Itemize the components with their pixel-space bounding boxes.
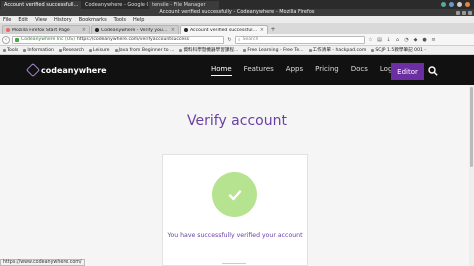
folder-icon: [23, 48, 27, 52]
success-message: You have successfully verified your acco…: [167, 232, 303, 239]
bookmark-free-learning[interactable]: Free Learning - Free Te...: [243, 48, 304, 53]
site-nav: Home Features Apps Pricing Docs Logout: [211, 55, 416, 85]
taskbar-task-chrome[interactable]: Codeanywhere - Google C...: [82, 1, 148, 9]
volume-icon[interactable]: [449, 2, 454, 7]
site-identity[interactable]: Codeanywhere Inc (US): [21, 37, 75, 42]
window-title: Account verified successfully - Codeanyw…: [0, 9, 474, 16]
menu-icon[interactable]: ≡: [430, 36, 437, 43]
bookmark-hackpad[interactable]: 工作清單 - hackpad.com: [308, 47, 366, 53]
page-title: Verify account: [187, 113, 287, 129]
close-tab-icon[interactable]: ×: [82, 27, 86, 33]
page-icon: [308, 48, 312, 52]
bookmark-tools[interactable]: Tools: [3, 48, 18, 53]
reload-icon[interactable]: ↻: [226, 36, 233, 43]
tab-label: Mozilla Firefox Start Page: [12, 27, 70, 33]
new-tab-button[interactable]: +: [269, 25, 277, 34]
minimize-button[interactable]: [456, 10, 460, 15]
pocket-icon[interactable]: ◔: [403, 36, 410, 43]
search-icon[interactable]: [428, 66, 438, 76]
folder-icon: [3, 48, 6, 52]
navigation-bar: ‹ Codeanywhere Inc (US) https://codeanyw…: [0, 34, 474, 46]
page-content: codeanywhere Home Features Apps Pricing …: [0, 55, 474, 266]
checkmark-icon: [212, 172, 257, 217]
back-button[interactable]: ‹: [2, 35, 10, 44]
search-placeholder: Search: [242, 37, 259, 42]
check-glyph-icon: [228, 189, 241, 200]
nav-apps[interactable]: Apps: [286, 65, 303, 75]
page-icon: [243, 48, 247, 52]
nav-docs[interactable]: Docs: [351, 65, 368, 75]
menu-help[interactable]: Help: [133, 17, 144, 23]
nav-home[interactable]: Home: [211, 65, 232, 76]
home-icon[interactable]: ⌂: [394, 36, 401, 43]
page-icon: [179, 48, 183, 52]
close-button[interactable]: [468, 10, 472, 15]
tab-label: Account verified successfull...: [190, 27, 258, 33]
close-tab-icon[interactable]: ×: [171, 27, 175, 33]
nav-pricing[interactable]: Pricing: [315, 65, 339, 75]
tab-label: Codeanywhere - Verify your ac...: [101, 27, 169, 33]
extension-icon[interactable]: ●: [421, 36, 428, 43]
system-tray: [441, 2, 474, 7]
taskbar-task-firefox[interactable]: Account verified successfull...: [1, 0, 81, 9]
url-text[interactable]: https://codeanywhere.com/verifyaccountsu…: [77, 37, 189, 42]
bookmark-information[interactable]: Information: [23, 48, 54, 53]
page-icon: [371, 48, 375, 52]
bookmark-java[interactable]: Java from Beginner to ...: [114, 48, 174, 53]
logo-text: codeanywhere: [41, 65, 107, 75]
editor-button[interactable]: Editor: [391, 63, 424, 80]
bookmark-data-science[interactable]: 資料科學暨機器學習課程...: [179, 47, 238, 53]
codeanywhere-favicon-icon: [184, 28, 188, 32]
page-scrollbar[interactable]: [469, 85, 474, 266]
tab-verify-account[interactable]: Codeanywhere - Verify your ac... ×: [91, 25, 179, 34]
firefox-favicon-icon: [6, 28, 10, 32]
codeanywhere-logo[interactable]: codeanywhere: [25, 62, 107, 78]
menu-bookmarks[interactable]: Bookmarks: [79, 17, 107, 23]
card-divider: [222, 263, 246, 264]
nav-features[interactable]: Features: [244, 65, 274, 75]
os-taskbar: Account verified successfull... Codeanyw…: [0, 0, 474, 9]
page-icon: [114, 48, 118, 52]
menu-view[interactable]: View: [35, 17, 47, 23]
download-icon[interactable]: ↓: [385, 36, 392, 43]
url-bar[interactable]: Codeanywhere Inc (US) https://codeanywhe…: [12, 35, 224, 44]
tab-bar: Mozilla Firefox Start Page × Codeanywher…: [0, 23, 474, 34]
power-icon[interactable]: [465, 2, 470, 7]
tab-firefox-start[interactable]: Mozilla Firefox Start Page ×: [2, 25, 90, 34]
search-icon: ⌕: [238, 37, 241, 43]
site-header: codeanywhere Home Features Apps Pricing …: [0, 55, 474, 85]
menu-tools[interactable]: Tools: [114, 17, 126, 23]
menu-edit[interactable]: Edit: [18, 17, 28, 23]
codeanywhere-favicon-icon: [95, 28, 99, 32]
logo-mark-icon: [25, 62, 41, 78]
bookmarks-menu-icon[interactable]: ▤: [376, 36, 383, 43]
scrollbar-thumb[interactable]: [470, 87, 473, 167]
lock-icon[interactable]: [15, 37, 19, 42]
addon-icon[interactable]: ◆: [412, 36, 419, 43]
battery-icon[interactable]: [457, 2, 462, 7]
bookmarks-toolbar: Tools Information Research Leisure Java …: [0, 46, 474, 55]
window-controls: [456, 9, 472, 16]
menu-bar: File Edit View History Bookmarks Tools H…: [0, 16, 474, 23]
star-icon[interactable]: ☆: [367, 36, 374, 43]
folder-icon: [89, 48, 92, 52]
tab-account-verified[interactable]: Account verified successfull... ×: [180, 25, 268, 34]
folder-icon: [58, 48, 62, 52]
taskbar-task-file-manager[interactable]: tensile - File Manager: [149, 0, 219, 9]
network-icon[interactable]: [441, 2, 446, 7]
maximize-button[interactable]: [462, 10, 466, 15]
bookmark-research[interactable]: Research: [58, 48, 84, 53]
bookmark-leisure[interactable]: Leisure: [89, 48, 110, 53]
search-input[interactable]: ⌕ Search: [235, 35, 365, 44]
close-tab-icon[interactable]: ×: [260, 27, 264, 33]
menu-file[interactable]: File: [3, 17, 11, 23]
menu-history[interactable]: History: [54, 17, 72, 23]
bookmark-scjp[interactable]: SCJP 1.5教學筆記 001 -: [371, 47, 426, 53]
status-bar: https://www.codeanywhere.com/: [0, 259, 85, 266]
